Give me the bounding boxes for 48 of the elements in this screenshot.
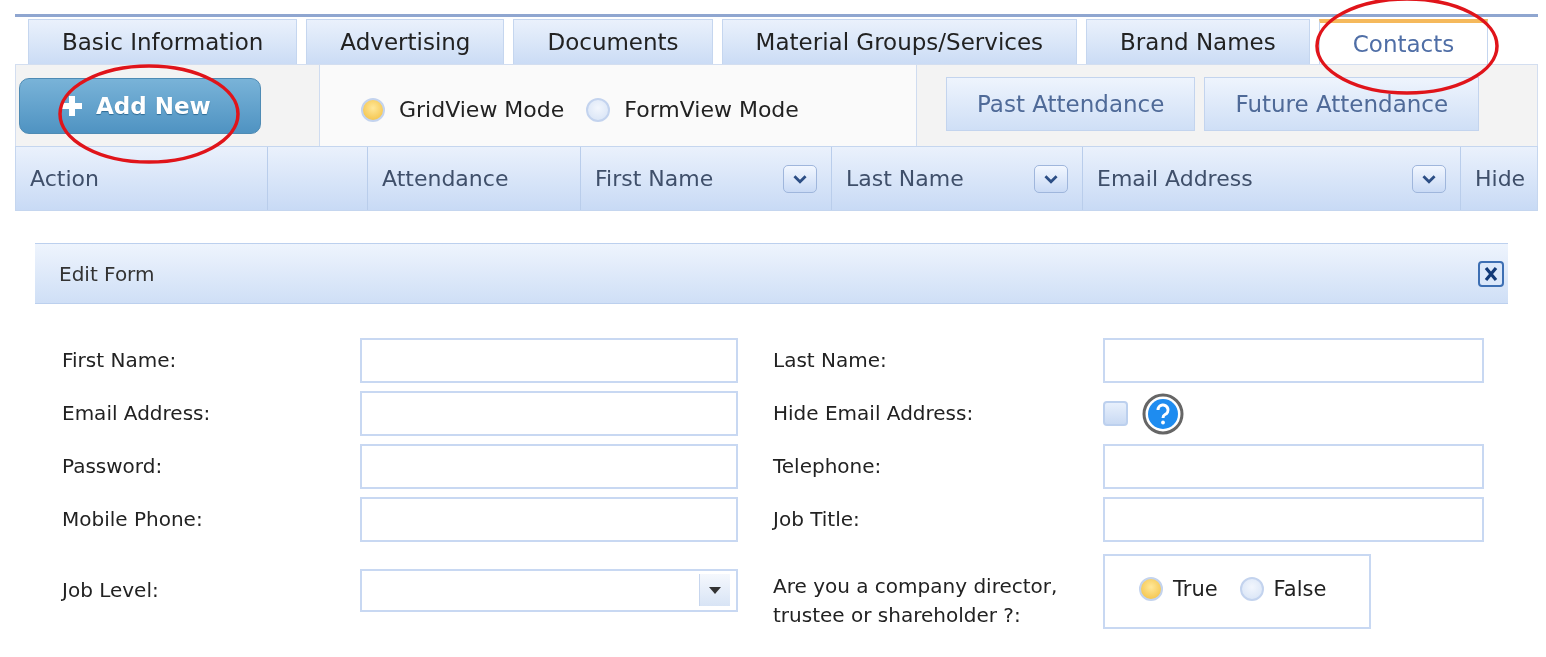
close-icon[interactable] [1478, 260, 1504, 287]
field-label: Job Title: [773, 506, 861, 533]
text-input[interactable] [1103, 338, 1484, 383]
tab[interactable]: Basic Information [28, 19, 298, 64]
radio-button[interactable] [1139, 577, 1163, 601]
column-header[interactable]: First Name [581, 147, 832, 210]
text-input[interactable] [360, 497, 738, 542]
radio-label[interactable]: True [1173, 577, 1218, 601]
radio-button[interactable] [586, 97, 611, 122]
field-label: Are you a company director, trustee or shareholder ?: [773, 573, 1059, 629]
text-input[interactable] [1103, 497, 1484, 542]
field-label: First Name: [62, 347, 178, 374]
filter-dropdown-icon[interactable] [1034, 164, 1068, 193]
tab[interactable]: Advertising [306, 19, 505, 64]
text-input[interactable] [360, 444, 738, 489]
column-header[interactable]: Last Name [832, 147, 1083, 210]
filter-dropdown-icon[interactable] [783, 164, 817, 193]
column-header[interactable]: Action [16, 147, 268, 210]
radio-label[interactable]: GridView Mode [399, 97, 565, 122]
help-icon[interactable] [1142, 392, 1184, 435]
field-label: Email Address: [62, 400, 212, 427]
field-label: Password: [62, 453, 164, 480]
field-label: Last Name: [773, 347, 888, 374]
field-label: Job Level: [62, 576, 160, 604]
text-input[interactable] [360, 391, 738, 436]
plus-icon [62, 95, 82, 116]
tab[interactable]: Material Groups/Services [721, 19, 1078, 64]
field-label: Mobile Phone: [62, 506, 204, 533]
column-header[interactable]: Attendance [368, 147, 581, 210]
tab[interactable]: Documents [513, 19, 713, 64]
filter-dropdown-icon[interactable] [1412, 164, 1446, 193]
column-header[interactable]: Email Address [1083, 147, 1461, 210]
radio-button[interactable] [361, 97, 385, 122]
column-header[interactable]: Hide [1461, 147, 1537, 210]
dropdown-field[interactable] [360, 568, 738, 612]
text-input[interactable] [1103, 444, 1484, 489]
tab[interactable]: Brand Names [1086, 19, 1310, 64]
text-input[interactable] [360, 338, 738, 383]
field-label: Telephone: [773, 453, 883, 480]
attendance-button[interactable]: Past Attendance [946, 77, 1196, 131]
tab[interactable]: Contacts [1318, 19, 1489, 64]
radio-button[interactable] [1239, 577, 1264, 601]
field-label: Hide Email Address: [773, 400, 975, 427]
checkbox[interactable] [1103, 401, 1128, 426]
attendance-button[interactable]: Future Attendance [1204, 77, 1480, 131]
form-title: Edit Form [59, 261, 155, 286]
radio-label[interactable]: FormView Mode [624, 97, 799, 122]
radio-label[interactable]: False [1273, 577, 1327, 601]
